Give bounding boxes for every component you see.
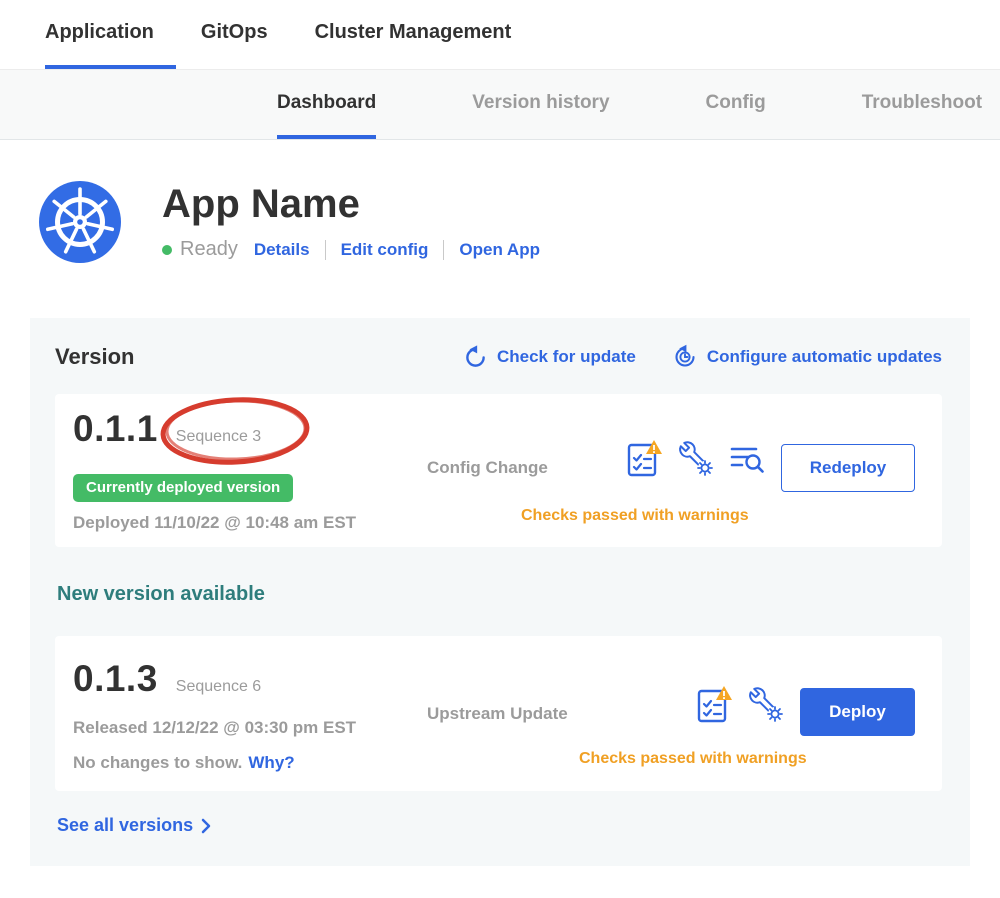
configure-auto-updates-label: Configure automatic updates	[707, 347, 942, 367]
preflight-checks-icon[interactable]	[697, 684, 733, 724]
preflight-checks-icon[interactable]	[627, 438, 663, 478]
available-version-number: 0.1.3	[73, 658, 158, 700]
change-type-label: Config Change	[427, 458, 548, 478]
see-all-versions-label: See all versions	[57, 815, 193, 836]
redeploy-button[interactable]: Redeploy	[781, 444, 915, 492]
preflight-status-text: Checks passed with warnings	[579, 750, 807, 768]
app-status: Ready	[180, 238, 238, 261]
new-version-heading: New version available	[57, 583, 942, 606]
tab-application[interactable]: Application	[45, 0, 176, 69]
check-for-update-label: Check for update	[497, 347, 636, 367]
version-section: Version Check for update Configure autom…	[30, 318, 970, 866]
current-version-card: 0.1.1 Sequence 3 Currently deployed vers…	[55, 394, 942, 547]
why-link[interactable]: Why?	[248, 753, 294, 772]
available-version-sequence: Sequence 6	[176, 678, 261, 696]
divider	[325, 240, 326, 260]
subtab-version-history[interactable]: Version history	[472, 70, 609, 139]
current-version-sequence: Sequence 3	[176, 428, 261, 446]
preflight-status-text: Checks passed with warnings	[521, 507, 749, 525]
deploy-button[interactable]: Deploy	[800, 688, 915, 736]
primary-nav: Application GitOps Cluster Management	[0, 0, 1000, 70]
current-version-number: 0.1.1	[73, 408, 158, 450]
no-changes-text: No changes to show. Why?	[73, 753, 295, 773]
configure-auto-updates-link[interactable]: Configure automatic updates	[672, 344, 942, 370]
refresh-icon	[463, 345, 488, 370]
status-dot-icon	[162, 245, 172, 255]
currently-deployed-badge: Currently deployed version	[73, 474, 293, 502]
wrench-gear-icon[interactable]	[678, 440, 714, 476]
tab-cluster-management[interactable]: Cluster Management	[315, 0, 534, 69]
available-version-card: 0.1.3 Sequence 6 Released 12/12/22 @ 03:…	[55, 636, 942, 791]
subtab-config[interactable]: Config	[706, 70, 766, 139]
check-for-update-link[interactable]: Check for update	[463, 345, 636, 370]
app-header: App Name Ready Details Edit config Open …	[0, 140, 1000, 264]
wrench-gear-icon[interactable]	[748, 686, 784, 722]
subtab-dashboard[interactable]: Dashboard	[277, 70, 376, 139]
app-name: App Name	[162, 182, 540, 226]
tab-gitops[interactable]: GitOps	[201, 0, 290, 69]
details-link[interactable]: Details	[254, 240, 310, 260]
view-files-icon[interactable]	[729, 440, 765, 476]
released-timestamp: Released 12/12/22 @ 03:30 pm EST	[73, 718, 356, 738]
subtab-troubleshoot[interactable]: Troubleshoot	[862, 70, 982, 139]
divider	[443, 240, 444, 260]
change-type-label: Upstream Update	[427, 704, 568, 724]
app-subnav: Dashboard Version history Config Trouble…	[0, 70, 1000, 140]
clock-refresh-icon	[672, 344, 698, 370]
chevron-right-icon	[201, 818, 211, 834]
edit-config-link[interactable]: Edit config	[341, 240, 429, 260]
version-section-title: Version	[55, 344, 134, 370]
see-all-versions-link[interactable]: See all versions	[57, 815, 211, 836]
no-changes-label: No changes to show.	[73, 753, 242, 772]
open-app-link[interactable]: Open App	[459, 240, 540, 260]
deployed-timestamp: Deployed 11/10/22 @ 10:48 am EST	[73, 513, 356, 533]
kubernetes-logo-icon	[38, 180, 122, 264]
